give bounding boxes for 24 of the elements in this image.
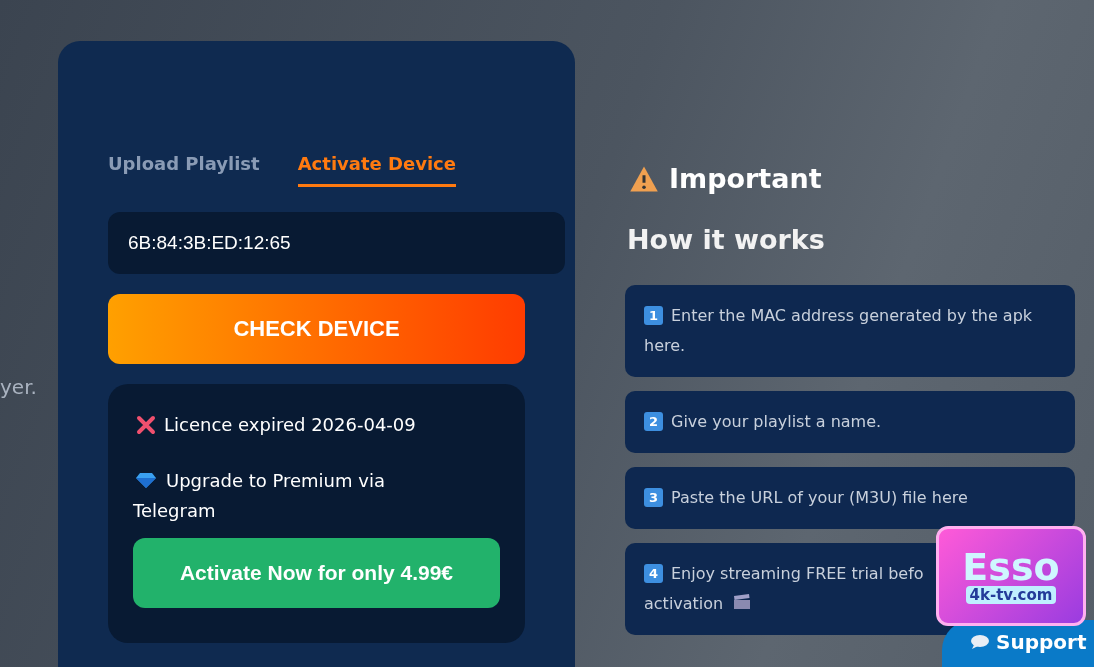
background-text: yer. [0,375,37,399]
step-text: 3 Paste the URL of your (M3U) file here [644,483,1039,513]
mac-address-field[interactable]: 6B:84:3B:ED:12:65 [108,212,565,274]
step-text: 1 Enter the MAC address generated by the apk here. [644,305,1034,357]
upgrade-text: Upgrade to Premium via Telegram [133,469,386,523]
number-icon: 2 [644,412,663,431]
step-text: 2 Give your playlist a name. [644,407,1039,437]
number-icon: 3 [644,488,663,507]
logo-subtitle: 4k-tv.com [965,586,1057,604]
how-it-works-heading: How it works [627,224,826,255]
cross-icon [136,415,156,435]
clapperboard-icon [733,594,752,610]
tab[interactable]: Upload Playlist [108,153,260,187]
activate-now-button[interactable]: Activate Now for only 4.99€ [133,538,500,608]
diamond-icon [136,472,156,488]
number-icon: 4 [644,564,663,583]
check-device-button[interactable]: CHECK DEVICE [108,294,525,364]
warning-icon [629,164,659,193]
licence-status-text: Licence expired 2026-04-09 [164,413,416,437]
speech-bubble-icon [970,634,990,650]
tab[interactable]: Activate Device [297,153,456,187]
logo-title: Esso [962,548,1060,586]
important-heading: Important [669,163,822,194]
number-icon: 1 [644,306,663,325]
